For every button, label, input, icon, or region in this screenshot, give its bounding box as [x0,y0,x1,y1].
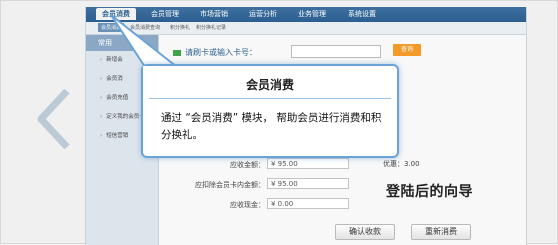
card-prompt: 请刷卡或输入卡号： [173,47,257,58]
menu-business-manage[interactable]: 业务管理 [298,9,326,19]
discount-row: 优惠：3.00 [383,159,420,169]
cash-field[interactable]: ¥ 0.00 [267,198,349,209]
menu-operation-analysis[interactable]: 运营分析 [249,9,277,19]
menu-marketing[interactable]: 市场营销 [200,9,228,19]
cash-label: 应收现金： [230,201,265,209]
tooltip-body: 通过 “会员消费” 模块， 帮助会员进行消费和积分换礼。 [161,112,382,141]
submenu-points-gift-record[interactable]: 积分换礼记录 [196,24,226,31]
guide-tooltip: 会员消费 通过 “会员消费” 模块， 帮助会员进行消费和积分换礼。 [141,64,399,158]
discount-label: 优惠： [383,160,404,168]
tooltip-join [143,66,183,74]
receivable-field[interactable]: ¥ 95.00 [267,158,349,169]
discount-value: 3.00 [404,160,420,168]
tour-stage: 会员消费 会员管理 市场营销 运营分析 业务管理 系统设置 会员消费 会员消费查… [0,0,558,245]
tooltip-divider [149,98,391,99]
confirm-payment-button[interactable]: 确认收款 [335,224,395,240]
chevron-left-icon[interactable] [37,89,71,149]
deduct-field[interactable]: ¥ 95.00 [267,178,349,189]
menu-system-settings[interactable]: 系统设置 [348,9,376,19]
restart-consume-button[interactable]: 重新消费 [411,224,471,240]
deduct-label: 应扣除会员卡内金额： [195,181,265,189]
card-number-input[interactable] [291,45,381,58]
tour-caption: 登陆后的向导 [386,184,473,200]
receivable-label: 应收金额： [230,161,265,169]
tooltip-title: 会员消费 [245,78,294,92]
query-button[interactable]: 查询 [393,44,421,56]
card-label: 请刷卡或输入卡号： [185,48,257,57]
